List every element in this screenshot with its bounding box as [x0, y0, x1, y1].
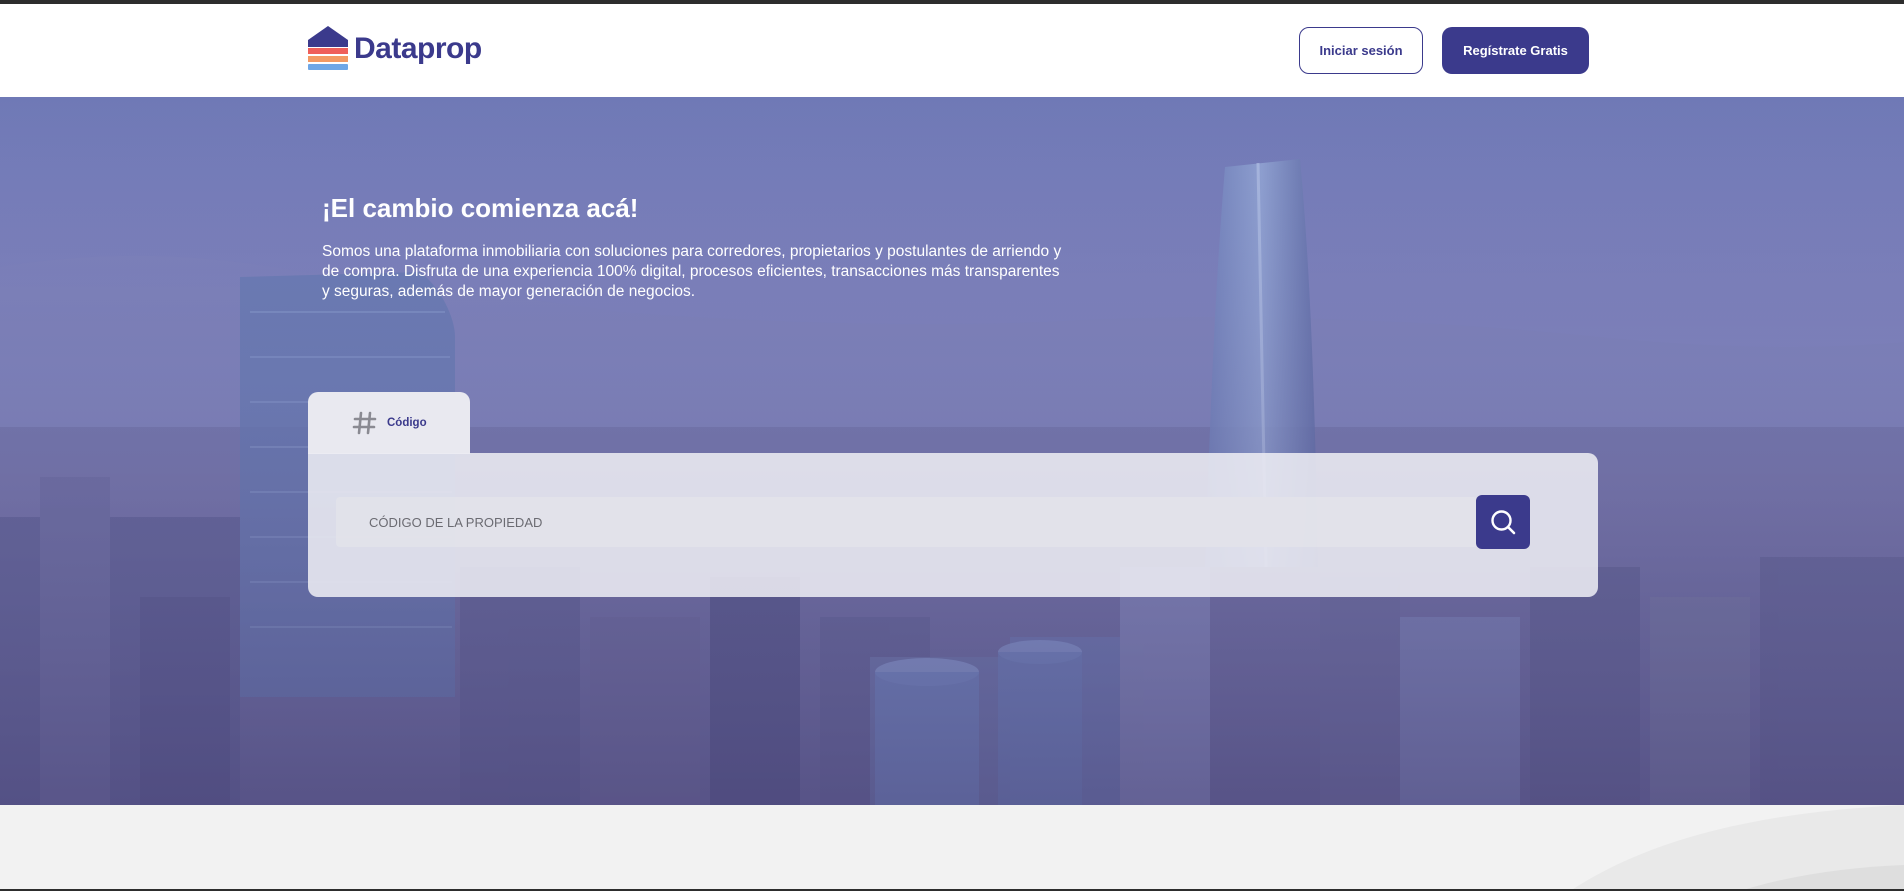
- register-button[interactable]: Regístrate Gratis: [1442, 27, 1589, 74]
- search-button[interactable]: [1476, 495, 1530, 549]
- site-header: Dataprop Iniciar sesión Regístrate Grati…: [0, 4, 1904, 97]
- hero-section: ¡El cambio comienza acá! Somos una plata…: [0, 97, 1904, 805]
- search-panel: [308, 453, 1598, 597]
- bottom-section: [0, 805, 1904, 891]
- logo-text: Dataprop: [354, 32, 482, 65]
- decorative-curve: [1570, 805, 1904, 891]
- property-code-input[interactable]: [336, 497, 1478, 547]
- tab-codigo[interactable]: Código: [308, 392, 470, 454]
- dataprop-logo[interactable]: Dataprop: [307, 23, 482, 75]
- house-logo-icon: [308, 26, 348, 70]
- hash-icon: [352, 411, 377, 435]
- login-button[interactable]: Iniciar sesión: [1299, 27, 1423, 74]
- hero-description: Somos una plataforma inmobiliaria con so…: [322, 243, 1062, 300]
- tab-codigo-label: Código: [387, 417, 427, 429]
- search-icon: [1491, 510, 1516, 535]
- hero-title: ¡El cambio comienza acá!: [322, 193, 639, 223]
- city-skyline-background: [0, 97, 1904, 805]
